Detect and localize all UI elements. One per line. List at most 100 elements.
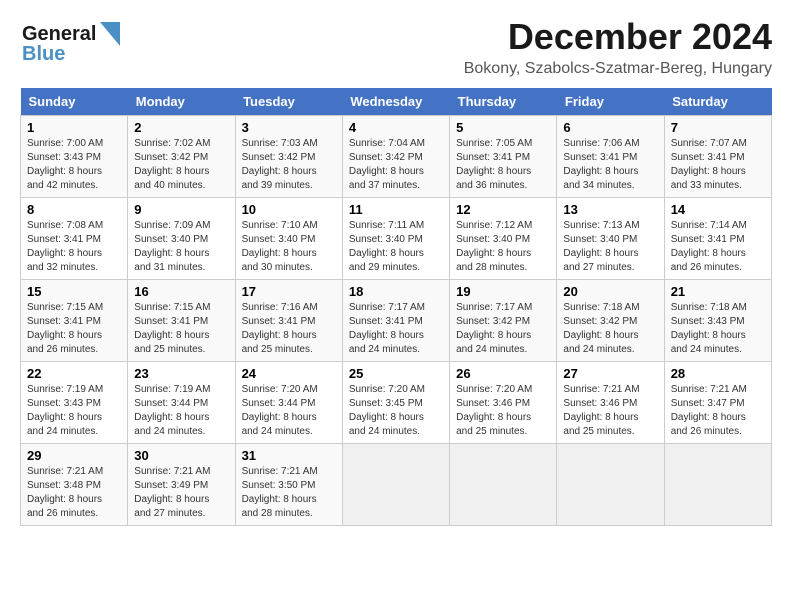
day-info: Sunrise: 7:17 AMSunset: 3:42 PMDaylight:… xyxy=(456,301,550,357)
day-info: Sunrise: 7:20 AMSunset: 3:44 PMDaylight:… xyxy=(242,383,336,439)
day-number: 3 xyxy=(242,120,336,135)
day-number: 8 xyxy=(27,202,121,217)
day-info: Sunrise: 7:21 AMSunset: 3:47 PMDaylight:… xyxy=(671,383,765,439)
logo-svg: General Blue xyxy=(20,16,130,66)
calendar-day-cell: 1 Sunrise: 7:00 AMSunset: 3:43 PMDaylight… xyxy=(21,116,128,198)
calendar-day-cell xyxy=(342,444,449,526)
day-number: 13 xyxy=(563,202,657,217)
calendar-day-cell: 13 Sunrise: 7:13 AMSunset: 3:40 PMDayligh… xyxy=(557,198,664,280)
calendar-day-cell: 6 Sunrise: 7:06 AMSunset: 3:41 PMDaylight… xyxy=(557,116,664,198)
calendar-day-cell: 7Sunrise: 7:07 AMSunset: 3:41 PMDaylight… xyxy=(664,116,771,198)
day-info: Sunrise: 7:15 AMSunset: 3:41 PMDaylight:… xyxy=(27,301,121,357)
calendar-day-cell: 15 Sunrise: 7:15 AMSunset: 3:41 PMDayligh… xyxy=(21,280,128,362)
day-info: Sunrise: 7:10 AMSunset: 3:40 PMDaylight:… xyxy=(242,219,336,275)
calendar-day-cell xyxy=(450,444,557,526)
day-number: 22 xyxy=(27,366,121,381)
calendar-day-cell: 29 Sunrise: 7:21 AMSunset: 3:48 PMDayligh… xyxy=(21,444,128,526)
calendar-day-cell: 10 Sunrise: 7:10 AMSunset: 3:40 PMDayligh… xyxy=(235,198,342,280)
day-number: 21 xyxy=(671,284,765,299)
calendar-day-cell: 25 Sunrise: 7:20 AMSunset: 3:45 PMDayligh… xyxy=(342,362,449,444)
logo: General Blue xyxy=(20,16,130,66)
day-info: Sunrise: 7:18 AMSunset: 3:43 PMDaylight:… xyxy=(671,301,765,357)
calendar-table: SundayMondayTuesdayWednesdayThursdayFrid… xyxy=(20,88,772,526)
svg-text:Blue: Blue xyxy=(22,43,65,65)
calendar-day-cell: 19 Sunrise: 7:17 AMSunset: 3:42 PMDayligh… xyxy=(450,280,557,362)
day-info: Sunrise: 7:09 AMSunset: 3:40 PMDaylight:… xyxy=(134,219,228,275)
day-info: Sunrise: 7:11 AMSunset: 3:40 PMDaylight:… xyxy=(349,219,443,275)
calendar-day-cell: 17 Sunrise: 7:16 AMSunset: 3:41 PMDayligh… xyxy=(235,280,342,362)
calendar-day-cell: 16Sunrise: 7:15 AMSunset: 3:41 PMDayligh… xyxy=(128,280,235,362)
day-info: Sunrise: 7:20 AMSunset: 3:45 PMDaylight:… xyxy=(349,383,443,439)
day-number: 6 xyxy=(563,120,657,135)
day-number: 29 xyxy=(27,448,121,463)
day-info: Sunrise: 7:21 AMSunset: 3:49 PMDaylight:… xyxy=(134,465,228,521)
day-number: 25 xyxy=(349,366,443,381)
day-number: 15 xyxy=(27,284,121,299)
day-info: Sunrise: 7:16 AMSunset: 3:41 PMDaylight:… xyxy=(242,301,336,357)
day-number: 12 xyxy=(456,202,550,217)
day-info: Sunrise: 7:13 AMSunset: 3:40 PMDaylight:… xyxy=(563,219,657,275)
calendar-day-cell xyxy=(664,444,771,526)
calendar-day-cell: 21 Sunrise: 7:18 AMSunset: 3:43 PMDayligh… xyxy=(664,280,771,362)
weekday-header-wednesday: Wednesday xyxy=(342,88,449,116)
day-info: Sunrise: 7:00 AMSunset: 3:43 PMDaylight:… xyxy=(27,137,121,193)
month-title: December 2024 xyxy=(464,16,772,58)
calendar-day-cell: 2Sunrise: 7:02 AMSunset: 3:42 PMDaylight… xyxy=(128,116,235,198)
calendar-week-row: 22 Sunrise: 7:19 AMSunset: 3:43 PMDayligh… xyxy=(21,362,772,444)
day-info: Sunrise: 7:02 AMSunset: 3:42 PMDaylight:… xyxy=(134,137,228,193)
day-number: 14 xyxy=(671,202,765,217)
day-number: 10 xyxy=(242,202,336,217)
day-number: 26 xyxy=(456,366,550,381)
day-number: 24 xyxy=(242,366,336,381)
day-number: 23 xyxy=(134,366,228,381)
calendar-day-cell xyxy=(557,444,664,526)
day-info: Sunrise: 7:19 AMSunset: 3:43 PMDaylight:… xyxy=(27,383,121,439)
weekday-header-saturday: Saturday xyxy=(664,88,771,116)
day-info: Sunrise: 7:18 AMSunset: 3:42 PMDaylight:… xyxy=(563,301,657,357)
location-title: Bokony, Szabolcs-Szatmar-Bereg, Hungary xyxy=(464,60,772,78)
calendar-day-cell: 14Sunrise: 7:14 AMSunset: 3:41 PMDayligh… xyxy=(664,198,771,280)
day-info: Sunrise: 7:21 AMSunset: 3:48 PMDaylight:… xyxy=(27,465,121,521)
calendar-day-cell: 18 Sunrise: 7:17 AMSunset: 3:41 PMDayligh… xyxy=(342,280,449,362)
day-info: Sunrise: 7:21 AMSunset: 3:50 PMDaylight:… xyxy=(242,465,336,521)
weekday-header-sunday: Sunday xyxy=(21,88,128,116)
title-area: December 2024 Bokony, Szabolcs-Szatmar-B… xyxy=(464,16,772,78)
day-info: Sunrise: 7:06 AMSunset: 3:41 PMDaylight:… xyxy=(563,137,657,193)
weekday-header-friday: Friday xyxy=(557,88,664,116)
day-info: Sunrise: 7:08 AMSunset: 3:41 PMDaylight:… xyxy=(27,219,121,275)
day-info: Sunrise: 7:15 AMSunset: 3:41 PMDaylight:… xyxy=(134,301,228,357)
svg-text:General: General xyxy=(22,23,96,45)
day-number: 4 xyxy=(349,120,443,135)
calendar-day-cell: 12Sunrise: 7:12 AMSunset: 3:40 PMDayligh… xyxy=(450,198,557,280)
day-info: Sunrise: 7:05 AMSunset: 3:41 PMDaylight:… xyxy=(456,137,550,193)
day-number: 1 xyxy=(27,120,121,135)
day-info: Sunrise: 7:17 AMSunset: 3:41 PMDaylight:… xyxy=(349,301,443,357)
day-number: 30 xyxy=(134,448,228,463)
day-number: 28 xyxy=(671,366,765,381)
day-number: 31 xyxy=(242,448,336,463)
calendar-day-cell: 26Sunrise: 7:20 AMSunset: 3:46 PMDayligh… xyxy=(450,362,557,444)
calendar-day-cell: 22 Sunrise: 7:19 AMSunset: 3:43 PMDayligh… xyxy=(21,362,128,444)
day-info: Sunrise: 7:04 AMSunset: 3:42 PMDaylight:… xyxy=(349,137,443,193)
day-info: Sunrise: 7:19 AMSunset: 3:44 PMDaylight:… xyxy=(134,383,228,439)
weekday-header-row: SundayMondayTuesdayWednesdayThursdayFrid… xyxy=(21,88,772,116)
day-number: 19 xyxy=(456,284,550,299)
calendar-day-cell: 11 Sunrise: 7:11 AMSunset: 3:40 PMDayligh… xyxy=(342,198,449,280)
calendar-day-cell: 20 Sunrise: 7:18 AMSunset: 3:42 PMDayligh… xyxy=(557,280,664,362)
calendar-day-cell: 9Sunrise: 7:09 AMSunset: 3:40 PMDaylight… xyxy=(128,198,235,280)
calendar-day-cell: 31 Sunrise: 7:21 AMSunset: 3:50 PMDayligh… xyxy=(235,444,342,526)
day-number: 11 xyxy=(349,202,443,217)
weekday-header-thursday: Thursday xyxy=(450,88,557,116)
calendar-week-row: 8 Sunrise: 7:08 AMSunset: 3:41 PMDaylight… xyxy=(21,198,772,280)
calendar-day-cell: 27Sunrise: 7:21 AMSunset: 3:46 PMDayligh… xyxy=(557,362,664,444)
calendar-day-cell: 4 Sunrise: 7:04 AMSunset: 3:42 PMDaylight… xyxy=(342,116,449,198)
day-number: 20 xyxy=(563,284,657,299)
day-info: Sunrise: 7:03 AMSunset: 3:42 PMDaylight:… xyxy=(242,137,336,193)
day-number: 17 xyxy=(242,284,336,299)
day-number: 7 xyxy=(671,120,765,135)
weekday-header-tuesday: Tuesday xyxy=(235,88,342,116)
calendar-day-cell: 30 Sunrise: 7:21 AMSunset: 3:49 PMDayligh… xyxy=(128,444,235,526)
calendar-week-row: 1 Sunrise: 7:00 AMSunset: 3:43 PMDaylight… xyxy=(21,116,772,198)
day-number: 18 xyxy=(349,284,443,299)
calendar-day-cell: 5Sunrise: 7:05 AMSunset: 3:41 PMDaylight… xyxy=(450,116,557,198)
